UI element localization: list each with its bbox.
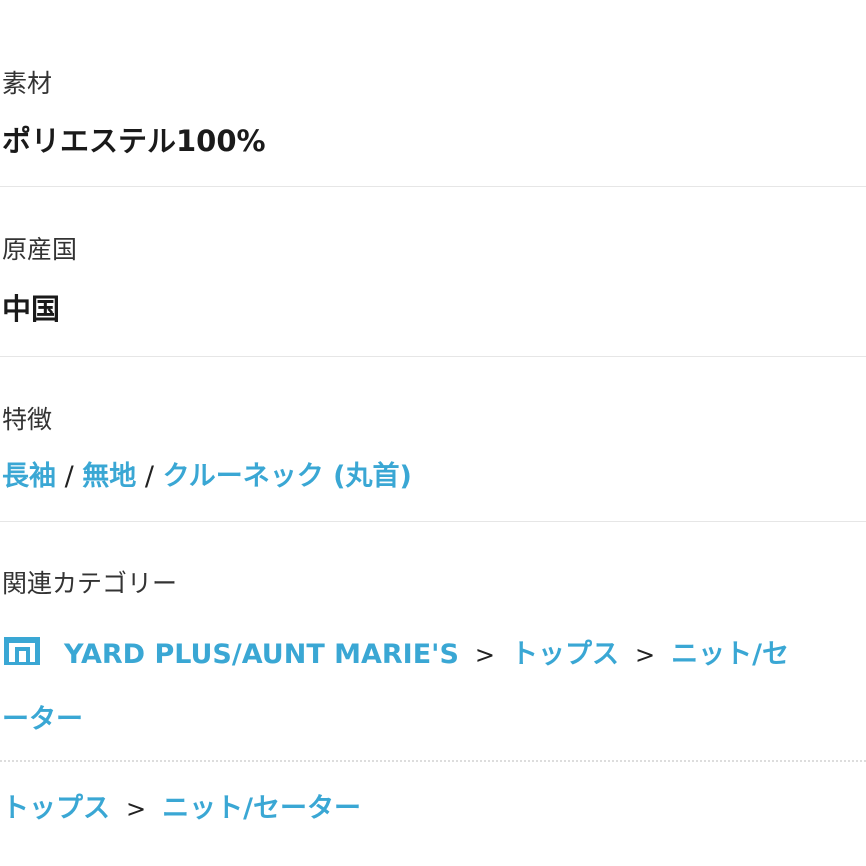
breadcrumb-link-knit-sweater[interactable]: ニット/セ [671,639,789,670]
breadcrumb-link-knit-sweater[interactable]: ニット/セーター [162,793,361,824]
breadcrumb-link-knit-sweater-cont[interactable]: ーター [2,704,83,735]
chevron-right-icon: > [635,641,656,669]
feature-link-long-sleeve[interactable]: 長袖 [2,461,56,492]
divider [0,356,866,357]
material-value: ポリエステル100% [2,124,266,158]
feature-link-plain[interactable]: 無地 [82,461,136,492]
origin-label: 原産国 [2,235,78,264]
chevron-right-icon: > [126,795,147,823]
related-categories-label: 関連カテゴリー [2,569,178,598]
feature-separator: / [64,461,74,492]
breadcrumb-brand-wrap: ーター [2,697,83,736]
feature-separator: / [144,461,154,492]
feature-link-crew-neck[interactable]: クルーネック (丸首) [163,461,412,492]
breadcrumb-category: トップス > ニット/セーター [2,786,361,825]
breadcrumb-link-tops[interactable]: トップス [511,639,619,670]
breadcrumb-link-tops[interactable]: トップス [2,793,110,824]
dotted-divider [0,760,866,762]
features-label: 特徴 [2,405,53,434]
material-label: 素材 [2,69,53,98]
chevron-right-icon: > [474,641,495,669]
breadcrumb-link-brand[interactable]: YARD PLUS/AUNT MARIE'S [64,639,459,670]
divider [0,186,866,187]
origin-value: 中国 [2,292,61,326]
features-list: 長袖 / 無地 / クルーネック (丸首) [2,454,412,493]
divider [0,521,866,522]
shop-icon [2,635,42,674]
breadcrumb-brand: YARD PLUS/AUNT MARIE'S > トップス > ニット/セ [2,632,789,674]
